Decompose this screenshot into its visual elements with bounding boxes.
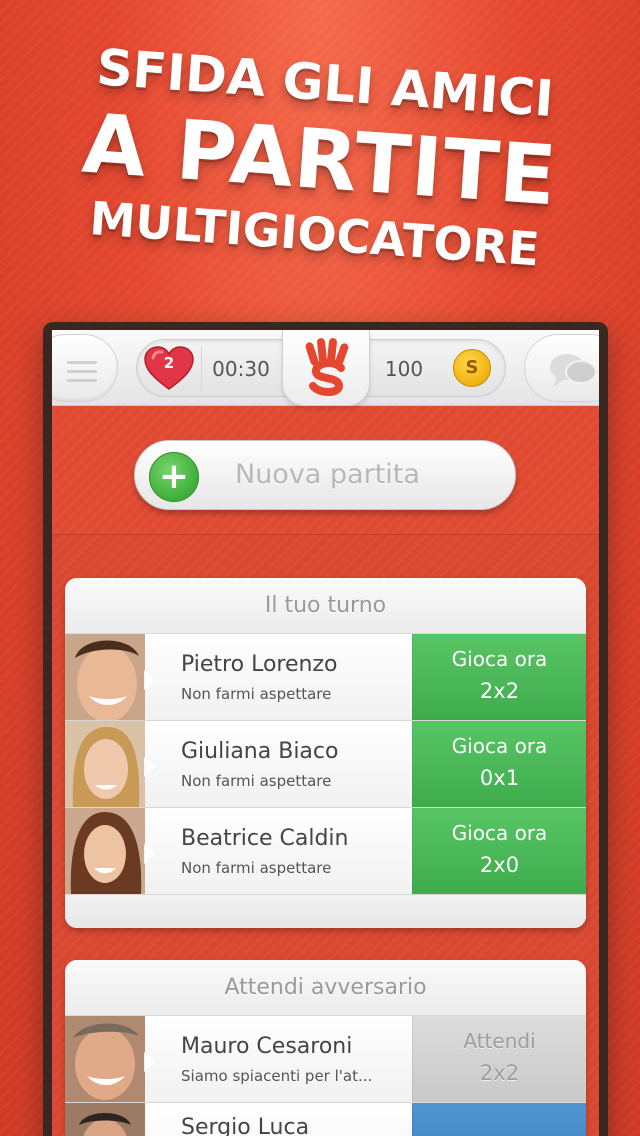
- game-info: Pietro Lorenzo Non farmi aspettare: [144, 634, 412, 720]
- opponent-name: Pietro Lorenzo: [181, 652, 338, 677]
- menu-button[interactable]: [52, 334, 118, 402]
- lives-count: 2: [163, 354, 175, 372]
- opponent-status: Non farmi aspettare: [181, 685, 332, 703]
- new-game-label: Nuova partita: [235, 459, 420, 490]
- waiting-card: Attendi avversario Mauro Cesaroni Siamo …: [65, 960, 586, 1136]
- game-info: Sergio Luca: [145, 1103, 412, 1136]
- play-now-label: Gioca ora: [451, 821, 548, 845]
- game-info: Mauro Cesaroni Siamo spiacenti per l'at.…: [144, 1016, 412, 1102]
- avatar-image: [65, 721, 145, 807]
- lives-timer: 00:30: [212, 357, 270, 381]
- avatar: [65, 721, 145, 807]
- opponent-status: Non farmi aspettare: [181, 772, 332, 790]
- game-score: 0x1: [479, 766, 520, 790]
- waiting-title: Attendi avversario: [65, 960, 586, 1016]
- chat-button[interactable]: [524, 334, 599, 402]
- card-footer: [65, 895, 586, 928]
- opponent-name: Sergio Luca: [181, 1115, 310, 1136]
- game-action-button[interactable]: [412, 1103, 586, 1136]
- top-bar: 2 00:30 100 S: [52, 330, 599, 406]
- play-now-button[interactable]: Gioca ora 0x1: [412, 721, 586, 807]
- avatar-image: [65, 634, 145, 720]
- game-score: 2x2: [479, 679, 520, 703]
- menu-icon: [67, 361, 97, 388]
- avatar: [65, 1103, 145, 1136]
- opponent-status: Siamo spiacenti per l'at...: [181, 1067, 373, 1085]
- avatar-image: [65, 808, 145, 894]
- opponent-status: Non farmi aspettare: [181, 859, 332, 877]
- your-turn-title: Il tuo turno: [65, 578, 586, 634]
- avatar: [65, 634, 145, 720]
- opponent-name: Mauro Cesaroni: [181, 1034, 353, 1059]
- avatar-image: [65, 1016, 145, 1102]
- new-game-button[interactable]: + Nuova partita: [134, 440, 516, 510]
- stats-divider: [201, 346, 202, 392]
- promo-headline: SFIDA GLI AMICI A PARTITE MULTIGIOCATORE: [0, 28, 640, 284]
- game-row[interactable]: Beatrice Caldin Non farmi aspettare Gioc…: [65, 808, 586, 895]
- app-screen: 2 00:30 100 S + Nuova partita Il tuo tur…: [52, 330, 599, 1136]
- lives-indicator[interactable]: 2: [143, 346, 195, 392]
- opponent-name: Beatrice Caldin: [181, 826, 349, 851]
- chat-bubbles-icon: [550, 354, 597, 387]
- game-score: 2x0: [479, 853, 520, 877]
- game-info: Giuliana Biaco Non farmi aspettare: [144, 721, 412, 807]
- wait-button[interactable]: Attendi 2x2: [412, 1016, 586, 1102]
- game-info: Beatrice Caldin Non farmi aspettare: [144, 808, 412, 894]
- opponent-name: Giuliana Biaco: [181, 739, 339, 764]
- hand-logo-icon: [305, 338, 349, 396]
- game-row[interactable]: Mauro Cesaroni Siamo spiacenti per l'at.…: [65, 1016, 586, 1103]
- wait-label: Attendi: [463, 1029, 536, 1053]
- avatar: [65, 808, 145, 894]
- app-logo-tab[interactable]: [282, 330, 370, 406]
- your-turn-card: Il tuo turno Pietro Lorenzo Non farmi as…: [65, 578, 586, 928]
- game-score: 2x2: [479, 1061, 520, 1085]
- play-now-button[interactable]: Gioca ora 2x0: [412, 808, 586, 894]
- plus-icon: +: [149, 452, 199, 502]
- coin-balance: 100: [384, 357, 424, 381]
- avatar-image: [65, 1103, 145, 1136]
- phone-frame: 2 00:30 100 S + Nuova partita Il tuo tur…: [43, 322, 608, 1136]
- coin-icon[interactable]: S: [453, 349, 491, 387]
- game-row[interactable]: Pietro Lorenzo Non farmi aspettare Gioca…: [65, 634, 586, 721]
- avatar: [65, 1016, 145, 1102]
- play-now-button[interactable]: Gioca ora 2x2: [412, 634, 586, 720]
- game-row[interactable]: Giuliana Biaco Non farmi aspettare Gioca…: [65, 721, 586, 808]
- game-row[interactable]: Sergio Luca: [65, 1103, 586, 1136]
- play-now-label: Gioca ora: [451, 734, 548, 758]
- play-now-label: Gioca ora: [451, 647, 548, 671]
